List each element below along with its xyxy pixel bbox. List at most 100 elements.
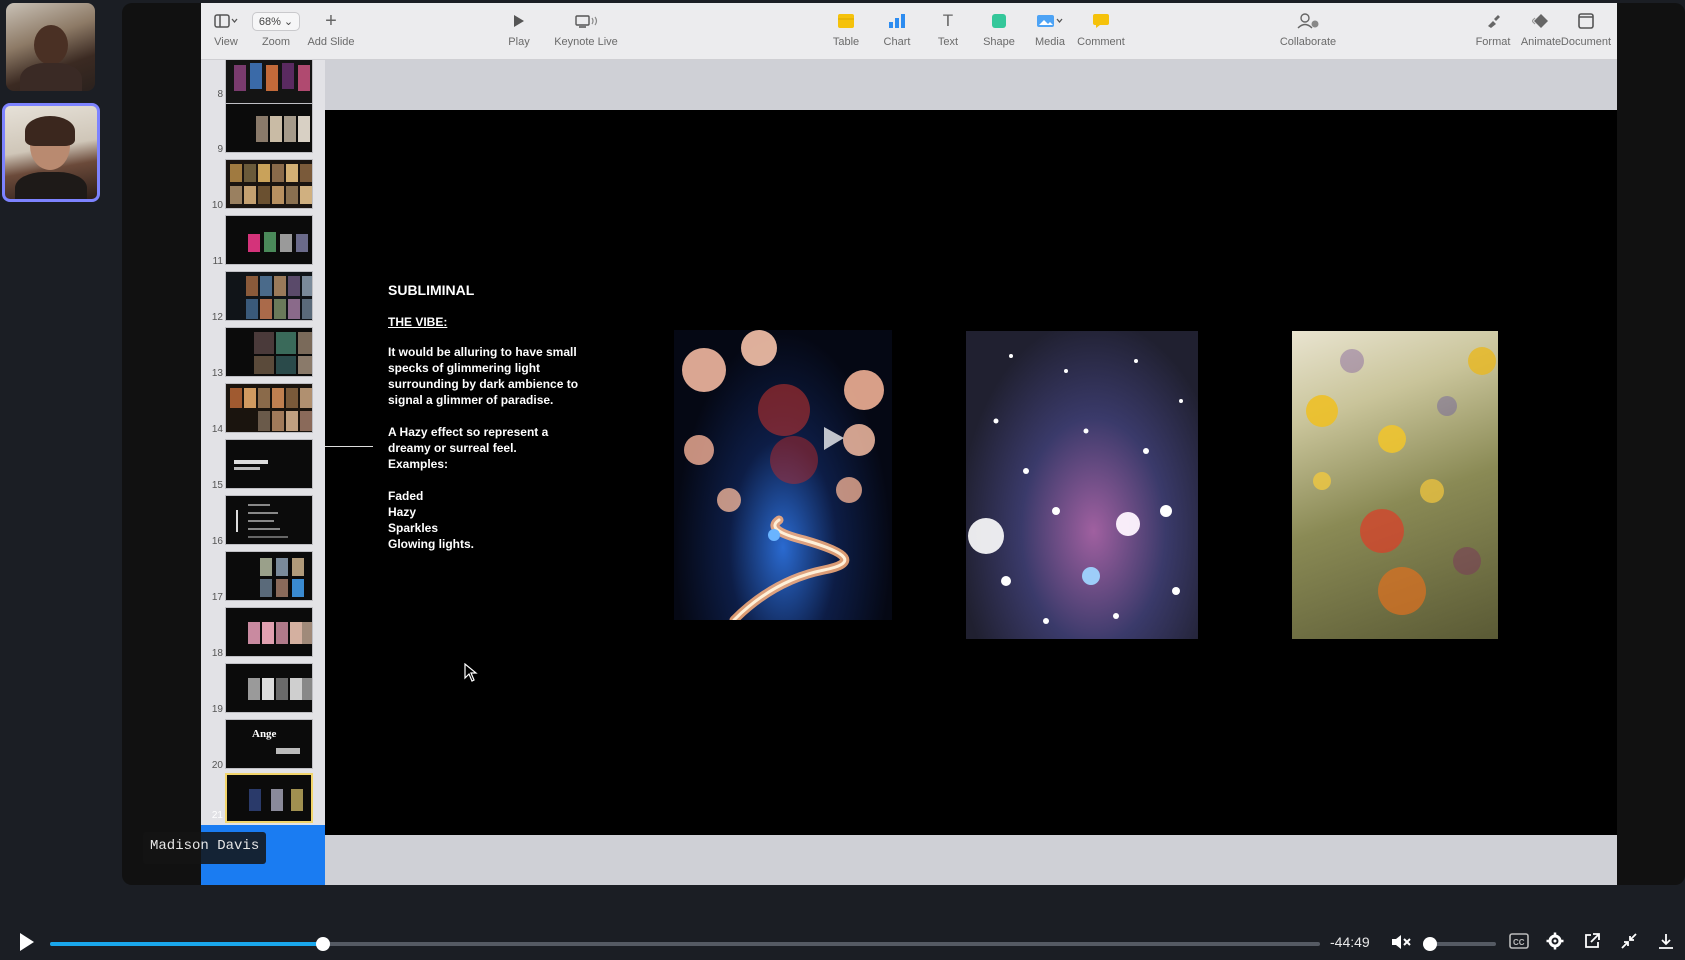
- volume-knob[interactable]: [1423, 937, 1437, 951]
- participant-body: [15, 172, 87, 199]
- slide-thumbnail-19[interactable]: [225, 663, 313, 713]
- captions-button[interactable]: CC: [1509, 933, 1529, 954]
- svg-text:CC: CC: [1513, 938, 1525, 947]
- slide-number: 11: [212, 256, 223, 267]
- add-slide-button[interactable]: + Add Slide: [296, 8, 366, 49]
- volume-slider[interactable]: [1423, 937, 1496, 951]
- slide-para-1-line-1: It would be alluring to have small: [388, 345, 577, 359]
- slide-thumbnail-18[interactable]: [225, 607, 313, 657]
- comment-button[interactable]: Comment: [1066, 8, 1136, 48]
- gear-icon: [1546, 932, 1564, 950]
- keynote-toolbar: View 68% ⌄ Zoom + Add Slide Play Keynote…: [201, 3, 1617, 60]
- external-link-icon: [1585, 933, 1600, 948]
- participant-face: [34, 25, 68, 65]
- slide-number: 17: [211, 592, 223, 603]
- progress-fill: [50, 942, 324, 946]
- participant-body: [20, 63, 82, 91]
- text-icon: T: [942, 11, 954, 30]
- download-button[interactable]: [1657, 932, 1675, 955]
- slide-examples-label: Examples:: [388, 457, 449, 471]
- slide-para-1-line-4: signal a glimmer of paradise.: [388, 393, 554, 407]
- participant-hair: [25, 116, 75, 146]
- slide-thumbnail-20[interactable]: Ange: [225, 719, 313, 769]
- document-button[interactable]: Document: [1555, 8, 1617, 48]
- collapse-icon: [1621, 933, 1637, 949]
- plus-icon: +: [325, 9, 337, 32]
- view-icon: [214, 8, 238, 34]
- slide-number: 14: [211, 424, 223, 435]
- popout-button[interactable]: [1583, 932, 1601, 955]
- paintbrush-icon: [1485, 8, 1501, 34]
- slide-thumbnail-14[interactable]: [225, 383, 313, 433]
- current-slide[interactable]: SUBLIMINAL THE VIBE: It would be allurin…: [325, 110, 1617, 835]
- slide-subtitle: THE VIBE:: [388, 315, 448, 329]
- slide-thumbnail-11[interactable]: [225, 215, 313, 265]
- comment-icon: [1092, 8, 1110, 34]
- keynote-window: View 68% ⌄ Zoom + Add Slide Play Keynote…: [201, 3, 1617, 885]
- shape-icon: [991, 8, 1007, 34]
- slide-number: 8: [217, 89, 223, 100]
- slide-number: 16: [211, 536, 223, 547]
- slide-number: 9: [217, 144, 223, 155]
- slide-number-selected: 21: [211, 810, 223, 821]
- time-remaining: -44:49: [1330, 934, 1370, 950]
- slide-thumbnail-12[interactable]: [225, 271, 313, 321]
- speaker-muted-icon: [1392, 935, 1411, 949]
- download-icon: [1659, 934, 1673, 949]
- slide-para-1-line-3: surrounding by dark ambience to: [388, 377, 579, 391]
- slide-thumbnail-13[interactable]: [225, 327, 313, 377]
- slide-navigator[interactable]: 8 9 10 11 12 13 14 15 16 17 18 19 Ange 2…: [201, 60, 325, 885]
- media-icon: [1036, 8, 1064, 34]
- document-icon: [1578, 8, 1594, 34]
- slide-example-3: Sparkles: [388, 521, 439, 535]
- mouse-cursor-icon: [464, 662, 478, 688]
- progress-track[interactable]: [50, 937, 1320, 951]
- slide-divider-line: [325, 446, 373, 447]
- progress-scrubber[interactable]: [316, 937, 331, 951]
- slide-example-2: Hazy: [388, 505, 417, 519]
- forest-path-image[interactable]: [674, 330, 892, 620]
- wildflowers-image[interactable]: [1292, 331, 1498, 639]
- slide-thumbnail-15[interactable]: [225, 439, 313, 489]
- slide-number: 13: [211, 368, 223, 379]
- slide-number: 12: [211, 312, 223, 323]
- keynote-live-button[interactable]: Keynote Live: [541, 8, 631, 48]
- slide-para-1-line-2: specks of glimmering light: [388, 361, 541, 375]
- play-pause-button[interactable]: [18, 931, 36, 958]
- slide-thumbnail-16[interactable]: [225, 495, 313, 545]
- slide-para-2-line-1: A Hazy effect so represent a: [388, 425, 549, 439]
- shared-screen: View 68% ⌄ Zoom + Add Slide Play Keynote…: [122, 3, 1685, 885]
- play-icon: [20, 933, 34, 951]
- exit-fullscreen-button[interactable]: [1620, 932, 1638, 955]
- slide-number: 20: [211, 760, 223, 771]
- slide-canvas: SUBLIMINAL THE VIBE: It would be allurin…: [325, 60, 1617, 885]
- collaborate-icon: [1296, 8, 1320, 34]
- app-root: View 68% ⌄ Zoom + Add Slide Play Keynote…: [0, 0, 1685, 960]
- participant-tile-1[interactable]: [6, 3, 95, 91]
- slide-number: 15: [211, 480, 223, 491]
- closed-captions-icon: CC: [1509, 933, 1529, 949]
- collaborate-button[interactable]: Collaborate: [1268, 8, 1348, 48]
- table-icon: [837, 8, 855, 34]
- slide-thumbnail-9[interactable]: [225, 103, 313, 153]
- slide-thumbnail-21-selected[interactable]: [225, 773, 313, 823]
- play-icon: [513, 8, 525, 34]
- slide-example-1: Faded: [388, 489, 424, 503]
- slide-example-4: Glowing lights.: [388, 537, 474, 551]
- slide-thumbnail-17[interactable]: [225, 551, 313, 601]
- slide-thumbnail-8[interactable]: [225, 60, 313, 104]
- participant-tile-2-active[interactable]: [2, 103, 100, 202]
- slide-number: 10: [211, 200, 223, 211]
- keynote-live-icon: [574, 8, 598, 34]
- chart-icon: [888, 8, 906, 34]
- slide-number: 19: [211, 704, 223, 715]
- sparkles-image[interactable]: [966, 331, 1198, 639]
- animate-icon: [1532, 8, 1550, 34]
- zoom-value[interactable]: 68% ⌄: [251, 11, 301, 31]
- participant-name-label: Madison Davis: [143, 832, 267, 864]
- settings-button[interactable]: [1546, 932, 1564, 955]
- slide-para-2-line-2: dreamy or surreal feel.: [388, 441, 517, 455]
- slide-title: SUBLIMINAL: [388, 282, 475, 298]
- slide-thumbnail-10[interactable]: [225, 159, 313, 209]
- mute-button[interactable]: [1390, 933, 1412, 956]
